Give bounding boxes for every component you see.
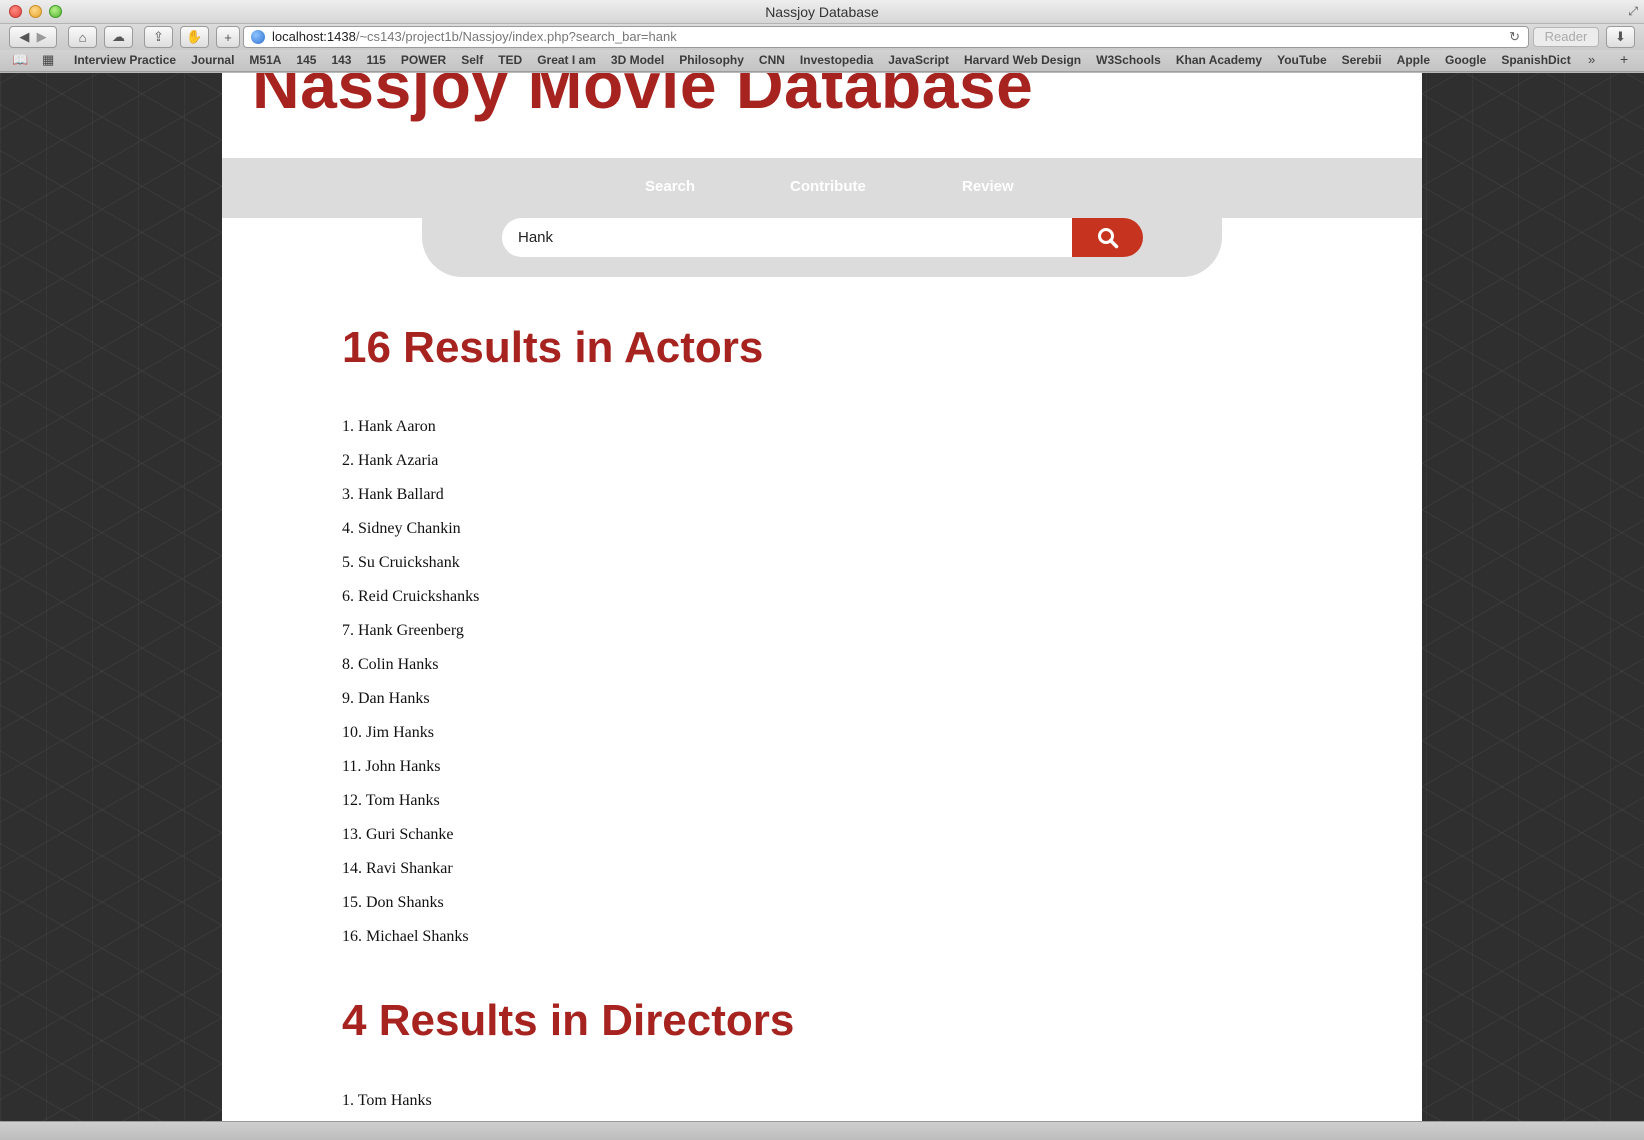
reload-icon[interactable]: ↻ — [1509, 27, 1520, 47]
nav-review[interactable]: Review — [962, 178, 1014, 195]
fullscreen-icon[interactable]: ⤢ — [1628, 4, 1638, 19]
bookmarks-bar: 📖 ▦ Interview Practice Journal M51A 145 143 1… — [0, 50, 1644, 72]
actor-result-item[interactable]: 3. Hank Ballard — [342, 485, 479, 519]
actor-result-item[interactable]: 2. Hank Azaria — [342, 451, 479, 485]
actor-result-item[interactable]: 11. John Hanks — [342, 757, 479, 791]
actor-result-item[interactable]: 13. Guri Schanke — [342, 825, 479, 859]
forward-icon[interactable]: ▶ — [37, 29, 47, 45]
bookmark-item[interactable]: POWER — [401, 53, 446, 67]
bookmark-item[interactable]: Philosophy — [679, 53, 744, 67]
window-titlebar: Nassjoy Database ⤢ — [0, 0, 1644, 24]
actor-result-item[interactable]: 16. Michael Shanks — [342, 927, 479, 961]
extension-button[interactable]: ✋ — [180, 26, 209, 48]
bookmark-item[interactable]: Khan Academy — [1176, 53, 1262, 67]
bookmark-item[interactable]: 115 — [366, 53, 385, 67]
share-icon: ⇪ — [153, 29, 164, 44]
search-button[interactable] — [1072, 218, 1143, 257]
bookmark-item[interactable]: W3Schools — [1096, 53, 1161, 67]
actor-result-item[interactable]: 4. Sidney Chankin — [342, 519, 479, 553]
bookmark-item[interactable]: CNN — [759, 53, 785, 67]
reading-list-icon[interactable]: 📖 — [12, 52, 28, 68]
actor-result-item[interactable]: 6. Reid Cruickshanks — [342, 587, 479, 621]
new-tab-button[interactable]: + — [216, 26, 240, 48]
bookmark-item[interactable]: Harvard Web Design — [964, 53, 1081, 67]
directors-result-list: 1. Tom Hanks — [342, 1091, 432, 1121]
main-nav: Search Contribute Review — [222, 158, 1422, 218]
bookmark-item[interactable]: Google — [1445, 53, 1486, 67]
actor-result-item[interactable]: 8. Colin Hanks — [342, 655, 479, 689]
page-content: Nassjoy Movie Database Search Contribute… — [222, 73, 1422, 1121]
bookmark-item[interactable]: 3D Model — [611, 53, 664, 67]
bookmark-item[interactable]: Serebii — [1342, 53, 1382, 67]
actors-heading: 16 Results in Actors — [342, 323, 764, 372]
actor-result-item[interactable]: 5. Su Cruickshank — [342, 553, 479, 587]
bookmark-item[interactable]: M51A — [249, 53, 281, 67]
back-icon[interactable]: ◀ — [19, 29, 29, 45]
nav-search[interactable]: Search — [645, 178, 695, 195]
share-button[interactable]: ⇪ — [144, 26, 173, 48]
status-bar — [0, 1121, 1644, 1140]
bookmark-item[interactable]: 145 — [296, 53, 316, 67]
directors-heading: 4 Results in Directors — [342, 996, 795, 1045]
bookmark-item[interactable]: Apple — [1397, 53, 1430, 67]
home-icon: ⌂ — [78, 29, 87, 45]
url-path: /~cs143/project1b/Nassjoy/index.php?sear… — [355, 29, 677, 44]
actor-result-item[interactable]: 7. Hank Greenberg — [342, 621, 479, 655]
add-bookmark-icon[interactable]: + — [1620, 51, 1628, 67]
site-title[interactable]: Nassjoy Movie Database — [252, 73, 1033, 123]
top-sites-icon[interactable]: ▦ — [42, 52, 54, 68]
hand-icon: ✋ — [186, 29, 203, 44]
icloud-tabs-button[interactable]: ☁ — [104, 26, 133, 48]
more-bookmarks-icon[interactable]: » — [1588, 52, 1595, 67]
director-result-item[interactable]: 1. Tom Hanks — [342, 1091, 432, 1121]
actor-result-item[interactable]: 12. Tom Hanks — [342, 791, 479, 825]
cloud-icon: ☁ — [112, 29, 125, 44]
address-bar[interactable]: localhost:1438/~cs143/project1b/Nassjoy/… — [243, 26, 1529, 48]
actor-result-item[interactable]: 9. Dan Hanks — [342, 689, 479, 723]
browser-toolbar: ◀ ▶ ⌂ ☁ ⇪ ✋ + localhost:1438/~cs143/proj… — [0, 24, 1644, 50]
window-title: Nassjoy Database — [765, 4, 879, 20]
search-input[interactable]: Hank — [502, 218, 1072, 257]
page-viewport[interactable]: Nassjoy Movie Database Search Contribute… — [0, 73, 1644, 1121]
reader-button[interactable]: Reader — [1533, 27, 1599, 47]
plus-icon: + — [224, 29, 232, 45]
back-forward-buttons[interactable]: ◀ ▶ — [9, 26, 57, 48]
bookmark-item[interactable]: Journal — [191, 53, 234, 67]
actor-result-item[interactable]: 1. Hank Aaron — [342, 417, 479, 451]
nav-contribute[interactable]: Contribute — [790, 178, 866, 195]
search-form: Hank — [422, 217, 1222, 277]
bookmark-item[interactable]: Great I am — [537, 53, 596, 67]
bookmark-item[interactable]: JavaScript — [888, 53, 949, 67]
actors-result-list: 1. Hank Aaron 2. Hank Azaria 3. Hank Balla… — [342, 417, 479, 961]
actor-result-item[interactable]: 15. Don Shanks — [342, 893, 479, 927]
url-host: localhost:1438 — [272, 29, 356, 44]
bookmark-item[interactable]: YouTube — [1277, 53, 1327, 67]
bookmark-item[interactable]: SpanishDict — [1501, 53, 1570, 67]
home-button[interactable]: ⌂ — [68, 26, 97, 48]
download-icon: ⬇ — [1615, 29, 1626, 44]
bookmark-item[interactable]: 143 — [331, 53, 351, 67]
bookmark-item[interactable]: Investopedia — [800, 53, 873, 67]
bookmark-list: Interview Practice Journal M51A 145 143 115 PO… — [74, 53, 1571, 67]
bookmark-item[interactable]: Self — [461, 53, 483, 67]
actor-result-item[interactable]: 14. Ravi Shankar — [342, 859, 479, 893]
bookmark-item[interactable]: Interview Practice — [74, 53, 176, 67]
globe-icon — [251, 30, 265, 44]
magnifier-icon — [1097, 227, 1118, 248]
bookmark-item[interactable]: TED — [498, 53, 522, 67]
downloads-button[interactable]: ⬇ — [1606, 26, 1635, 48]
actor-result-item[interactable]: 10. Jim Hanks — [342, 723, 479, 757]
